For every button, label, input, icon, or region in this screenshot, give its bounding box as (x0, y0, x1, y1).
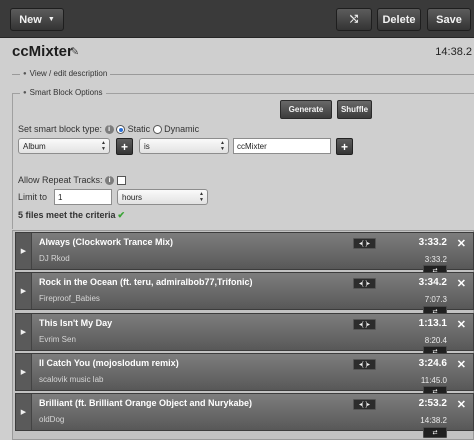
remove-track-icon[interactable]: ✕ (457, 237, 466, 250)
track-artist: DJ Rkod (39, 254, 70, 263)
remove-track-icon[interactable]: ✕ (457, 398, 466, 411)
track-length: 1:13.1 (418, 318, 447, 329)
static-radio-label: Static (127, 124, 151, 134)
smart-block-legend-label: Smart Block Options (29, 88, 103, 97)
allow-repeat-label: Allow Repeat Tracks: (18, 175, 103, 185)
criteria-modifier-select[interactable]: is ▲ ▼ (139, 138, 229, 154)
play-icon[interactable]: ▶ (16, 233, 32, 269)
block-length: 14:38.2 (435, 46, 472, 58)
view-edit-label: View / edit description (29, 69, 108, 78)
select-arrows-icon: ▲ ▼ (220, 140, 225, 152)
play-icon[interactable]: ▶ (16, 314, 32, 350)
track-row[interactable]: ▶ Always (Clockwork Trance Mix) DJ Rkod … (15, 232, 474, 270)
play-icon[interactable]: ▶ (16, 354, 32, 390)
play-icon[interactable]: ▶ (16, 394, 32, 430)
criteria-match-status: 5 files meet the criteria ✔ (18, 210, 125, 221)
track-row[interactable]: ▶ Brilliant (ft. Brilliant Orange Object… (15, 393, 474, 431)
limit-unit-value: hours (122, 192, 143, 202)
running-length: 11:45.0 (420, 376, 447, 385)
select-arrows-icon: ▲ ▼ (199, 191, 204, 203)
cue-editor-icon[interactable]: ◂[ ]▸ (353, 319, 376, 330)
shuffle-icon: ⤭ (350, 14, 358, 25)
track-title: Always (Clockwork Trance Mix) (39, 237, 174, 247)
top-toolbar: New ▼ ⤭ Delete Save (0, 0, 474, 38)
checkmark-icon: ✔ (117, 210, 126, 220)
criteria-value-input[interactable]: ccMixter (233, 138, 331, 154)
cue-editor-icon[interactable]: ◂[ ]▸ (353, 359, 376, 370)
dynamic-radio[interactable] (152, 125, 162, 135)
caret-down-icon: ▼ (47, 16, 55, 23)
allow-repeat-row: Allow Repeat Tracks: i (18, 175, 126, 186)
cue-editor-icon[interactable]: ◂[ ]▸ (353, 278, 376, 289)
allow-repeat-checkbox[interactable] (116, 176, 126, 186)
shuffle-button[interactable]: ⤭ (336, 8, 372, 31)
select-arrows-icon: ▲ ▼ (101, 140, 106, 152)
block-title: ccMixter (12, 43, 73, 60)
track-artist: scalovik music lab (39, 375, 104, 384)
collapse-icon: ● (23, 89, 27, 96)
delete-button[interactable]: Delete (377, 8, 421, 31)
info-icon[interactable]: i (105, 176, 115, 186)
dynamic-radio-label: Dynamic (164, 124, 200, 134)
track-title: Brilliant (ft. Brilliant Orange Object a… (39, 398, 253, 408)
play-icon[interactable]: ▶ (16, 273, 32, 309)
info-icon[interactable]: i (104, 125, 114, 135)
track-artist: Fireproof_Babies (39, 294, 100, 303)
static-radio[interactable] (116, 125, 126, 135)
limit-unit-select[interactable]: hours ▲ ▼ (117, 189, 208, 205)
track-title: Rock in the Ocean (ft. teru, admiralbob7… (39, 277, 253, 287)
track-row[interactable]: ▶ Rock in the Ocean (ft. teru, admiralbo… (15, 272, 474, 310)
block-type-label: Set smart block type: (18, 124, 103, 134)
track-title: Il Catch You (mojoslodum remix) (39, 358, 179, 368)
save-button[interactable]: Save (427, 8, 471, 31)
crossfade-icon[interactable]: ⇄ (423, 427, 447, 438)
add-criteria-value-button[interactable]: + (336, 138, 353, 155)
criteria-match-text: 5 files meet the criteria (18, 210, 116, 220)
view-edit-toggle[interactable]: ● View / edit description (20, 69, 111, 78)
track-row[interactable]: ▶ Il Catch You (mojoslodum remix) scalov… (15, 353, 474, 391)
criteria-modifier-value: is (144, 141, 150, 151)
expand-icon: ● (23, 70, 27, 77)
limit-label: Limit to (18, 192, 48, 202)
criteria-field-select[interactable]: Album ▲ ▼ (18, 138, 110, 154)
limit-input[interactable]: 1 (54, 189, 112, 205)
running-length: 14:38.2 (420, 416, 447, 425)
remove-track-icon[interactable]: ✕ (457, 318, 466, 331)
running-length: 8:20.4 (424, 336, 447, 345)
cue-editor-icon[interactable]: ◂[ ]▸ (353, 399, 376, 410)
track-length: 2:53.2 (418, 398, 447, 409)
new-button[interactable]: New ▼ (10, 8, 64, 31)
remove-track-icon[interactable]: ✕ (457, 358, 466, 371)
cue-editor-icon[interactable]: ◂[ ]▸ (353, 238, 376, 249)
generate-button[interactable]: Generate (280, 100, 332, 119)
track-length: 3:34.2 (418, 277, 447, 288)
running-length: 3:33.2 (424, 255, 447, 264)
track-length: 3:33.2 (418, 237, 447, 248)
remove-track-icon[interactable]: ✕ (457, 277, 466, 290)
track-artist: oldDog (39, 415, 65, 424)
block-type-row: Set smart block type: i Static Dynamic (18, 124, 200, 135)
new-button-label: New (19, 13, 42, 26)
track-row[interactable]: ▶ This Isn't My Day Evrim Sen ◂[ ]▸ 1:13… (15, 313, 474, 351)
track-title: This Isn't My Day (39, 318, 113, 328)
pencil-icon[interactable]: ✎ (70, 45, 79, 58)
shuffle-text-button[interactable]: Shuffle (337, 100, 372, 119)
criteria-field-value: Album (23, 141, 46, 151)
track-artist: Evrim Sen (39, 335, 76, 344)
smart-block-legend[interactable]: ● Smart Block Options (20, 88, 106, 97)
track-length: 3:24.6 (418, 358, 447, 369)
add-criteria-button[interactable]: + (116, 138, 133, 155)
running-length: 7:07.3 (424, 295, 447, 304)
smart-block-fieldset (12, 93, 474, 229)
